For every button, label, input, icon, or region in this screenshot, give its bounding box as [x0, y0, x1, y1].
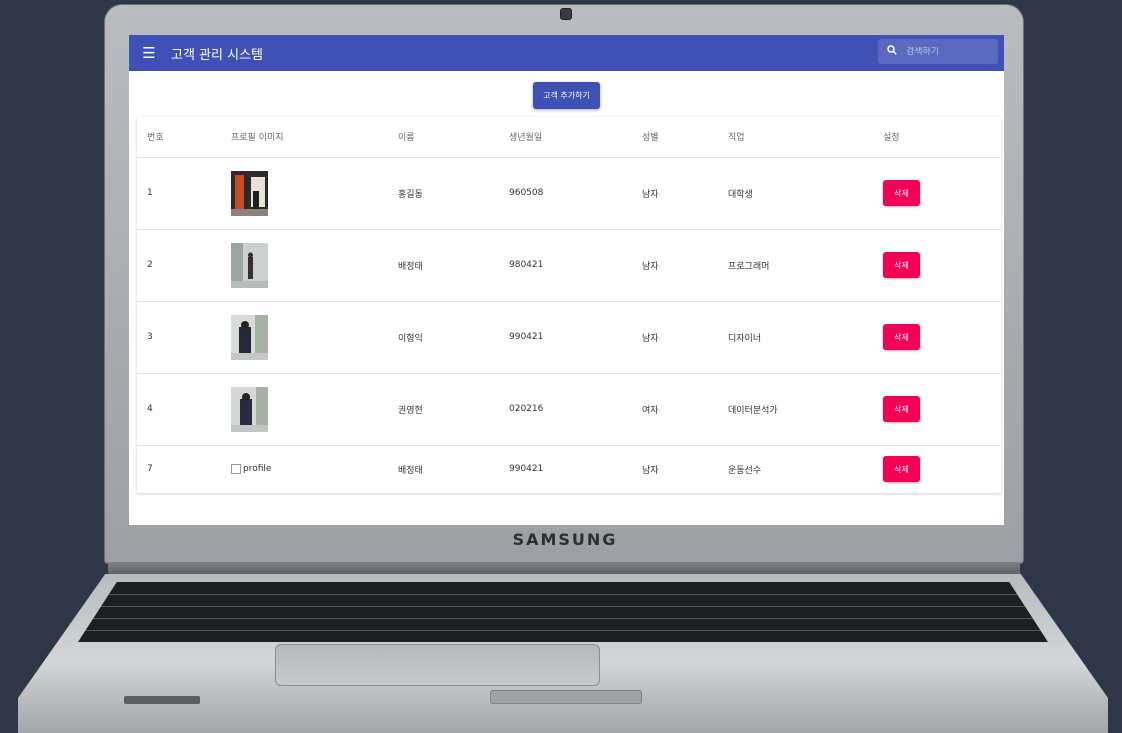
cell-id: 2	[137, 229, 221, 302]
cell-id: 1	[137, 157, 221, 230]
table-row: 1 홍길동 960508 남자 대학생 삭제	[137, 157, 1001, 230]
cell-id: 4	[137, 373, 221, 446]
add-customer-area: 고객 추가하기	[129, 82, 1004, 109]
laptop-brand-logo: SAMSUNG	[512, 530, 618, 549]
app-title: 고객 관리 시스템	[171, 47, 263, 63]
laptop-trackpad	[275, 644, 600, 686]
cell-profile-image	[221, 229, 388, 302]
cell-name: 권영현	[388, 373, 499, 446]
broken-profile-image: profile	[231, 464, 388, 474]
table-row: 7 profile 배정태 990421 남자 운동선수 삭제	[137, 445, 1001, 494]
delete-button[interactable]: 삭제	[883, 456, 920, 482]
cell-settings: 삭제	[873, 229, 1001, 302]
table-header-row: 번호 프로필 이미지 이름 생년월일 성별 직업 설정	[137, 117, 1001, 158]
laptop-keyboard	[78, 582, 1048, 642]
cell-profile-image: profile	[221, 445, 388, 494]
cell-birthday: 980421	[499, 229, 632, 302]
cell-birthday: 960508	[499, 157, 632, 230]
table-row: 2 배정태 980421 남자 프로그래머 삭제	[137, 229, 1001, 302]
cell-settings: 삭제	[873, 157, 1001, 230]
search-box[interactable]	[878, 39, 998, 64]
search-icon	[878, 45, 906, 58]
cell-job: 운동선수	[718, 445, 873, 494]
webcam-icon	[560, 8, 572, 20]
laptop-front-notch	[490, 690, 642, 704]
table-row: 3 이형익 990421 남자 디자이너 삭제	[137, 301, 1001, 374]
header-id: 번호	[137, 117, 221, 158]
header-gender: 성별	[632, 117, 718, 158]
header-settings: 설정	[873, 117, 1001, 158]
menu-icon[interactable]: ☰	[131, 35, 167, 71]
cell-profile-image	[221, 157, 388, 230]
cell-gender: 남자	[632, 229, 718, 302]
delete-button[interactable]: 삭제	[883, 396, 920, 422]
cell-birthday: 990421	[499, 445, 632, 494]
cell-job: 데이터분석가	[718, 373, 873, 446]
header-birthday: 생년월일	[499, 117, 632, 158]
profile-image	[231, 170, 268, 216]
header-name: 이름	[388, 117, 499, 158]
customer-table: 번호 프로필 이미지 이름 생년월일 성별 직업 설정 1 홍길동 960508…	[137, 117, 1001, 494]
cell-gender: 남자	[632, 445, 718, 494]
cell-settings: 삭제	[873, 373, 1001, 446]
delete-button[interactable]: 삭제	[883, 180, 920, 206]
cell-gender: 남자	[632, 157, 718, 230]
cell-name: 배정태	[388, 445, 499, 494]
delete-button[interactable]: 삭제	[883, 252, 920, 278]
cell-gender: 여자	[632, 373, 718, 446]
cell-id: 7	[137, 445, 221, 494]
cell-job: 대학생	[718, 157, 873, 230]
cell-settings: 삭제	[873, 301, 1001, 374]
cell-profile-image	[221, 301, 388, 374]
delete-button[interactable]: 삭제	[883, 324, 920, 350]
customer-table-card: 번호 프로필 이미지 이름 생년월일 성별 직업 설정 1 홍길동 960508…	[137, 117, 1001, 494]
laptop-screen: ☰ 고객 관리 시스템 고객 추가하기 번호 프로필 이미지 이름 생년월일	[129, 35, 1004, 525]
table-row: 4 권영현 020216 여자 데이터분석가 삭제	[137, 373, 1001, 446]
cell-name: 배정태	[388, 229, 499, 302]
laptop-card-slot	[124, 696, 200, 704]
cell-birthday: 990421	[499, 301, 632, 374]
profile-image	[231, 314, 268, 360]
cell-job: 프로그래머	[718, 229, 873, 302]
cell-gender: 남자	[632, 301, 718, 374]
profile-image	[231, 386, 268, 432]
search-input[interactable]	[906, 46, 986, 57]
cell-birthday: 020216	[499, 373, 632, 446]
app-bar: ☰ 고객 관리 시스템	[129, 35, 1004, 71]
cell-job: 디자이너	[718, 301, 873, 374]
cell-name: 홍길동	[388, 157, 499, 230]
cell-settings: 삭제	[873, 445, 1001, 494]
broken-image-icon	[231, 464, 241, 474]
cell-profile-image	[221, 373, 388, 446]
laptop-hinge	[108, 562, 1020, 576]
add-customer-button[interactable]: 고객 추가하기	[533, 82, 600, 109]
cell-id: 3	[137, 301, 221, 374]
profile-image	[231, 242, 268, 288]
header-profile-image: 프로필 이미지	[221, 117, 388, 158]
header-job: 직업	[718, 117, 873, 158]
image-alt-text: profile	[243, 464, 272, 474]
cell-name: 이형익	[388, 301, 499, 374]
